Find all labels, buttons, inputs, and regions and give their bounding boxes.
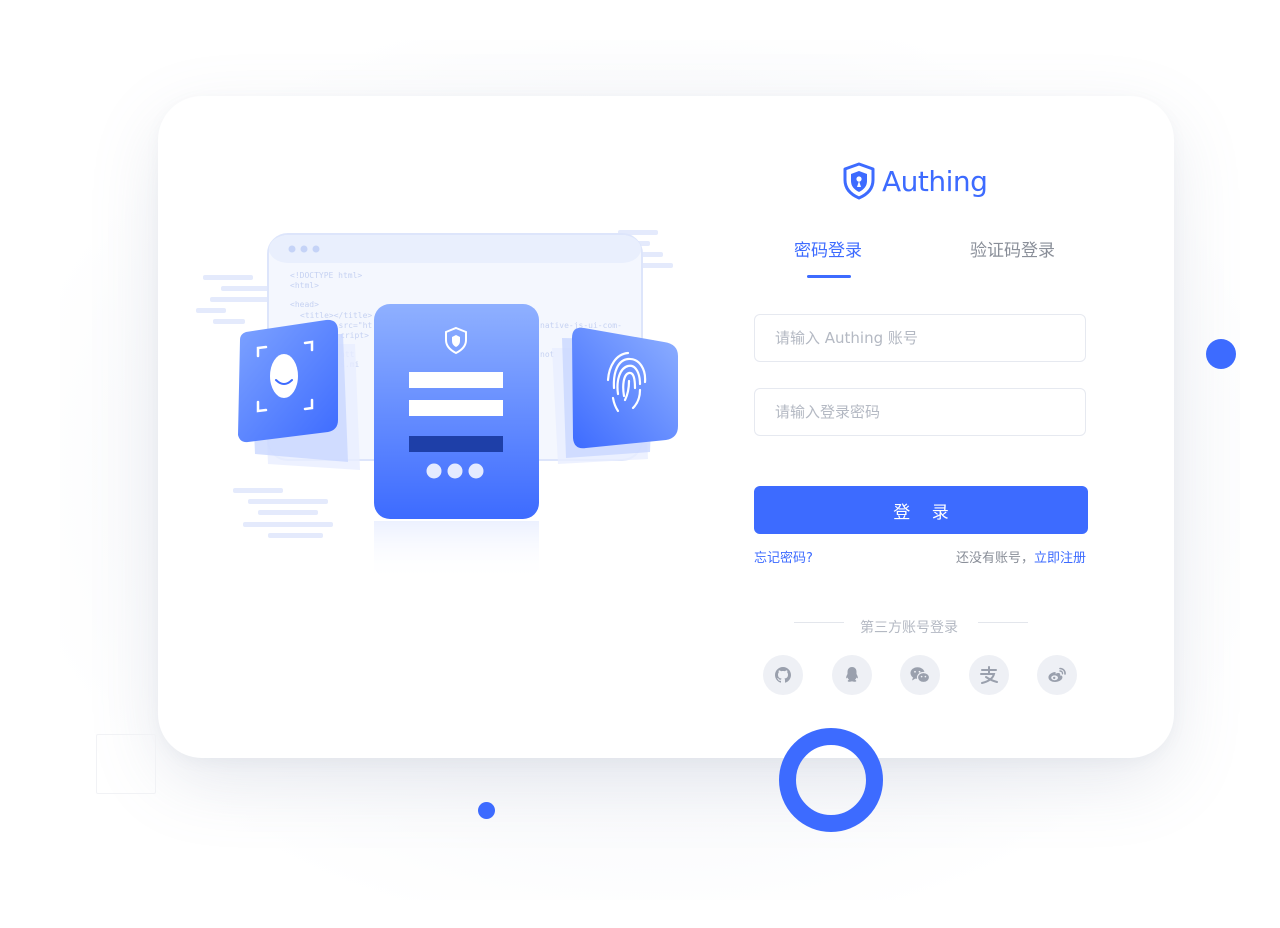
decorative-dot [1206,339,1236,369]
divider-left [794,622,844,623]
decorative-dot-small [478,802,495,819]
code-line: <head> [290,300,319,309]
forgot-password-link[interactable]: 忘记密码? [754,547,813,566]
code-line: cript> [340,331,369,340]
weibo-icon [1048,667,1066,682]
code-line: <title></title> [300,311,372,320]
qq-icon [846,667,858,682]
decorative-ring [779,728,883,832]
shield-logo-icon [843,162,875,200]
qq-login-button[interactable] [832,655,872,695]
weibo-login-button[interactable] [1037,655,1077,695]
code-line: <!DOCTYPE html> [290,271,362,280]
third-party-login-label: 第三方账号登录 [860,620,958,636]
login-button[interactable]: 登 录 [754,486,1088,534]
password-input[interactable] [754,388,1086,436]
alipay-login-button[interactable] [969,655,1009,695]
divider-right [978,622,1028,623]
register-link[interactable]: 立即注册 [1034,551,1086,566]
brand-logo: Authing [842,160,988,202]
github-icon [775,667,791,683]
decorative-frame [96,734,156,794]
github-login-button[interactable] [763,655,803,695]
no-account-text: 还没有账号， [955,551,1034,566]
alipay-icon [980,666,998,684]
wechat-icon [910,667,931,684]
active-tab-indicator [807,275,851,278]
tab-password-login[interactable]: 密码登录 [794,236,862,261]
signup-row: 还没有账号，立即注册 [956,547,1086,566]
wechat-login-button[interactable] [900,655,940,695]
brand-name: Authing [882,164,988,198]
account-input[interactable] [754,314,1086,362]
tab-code-login[interactable]: 验证码登录 [970,236,1055,261]
code-line: <html> [290,281,319,290]
security-illustration: <!DOCTYPE html> <html> <head> <title></t… [196,230,678,581]
